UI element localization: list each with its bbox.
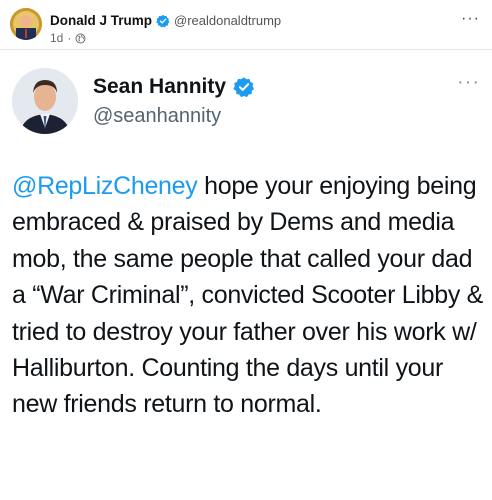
embedded-tweet[interactable]: Sean Hannity @seanhannity ··· @RepLizChe… bbox=[0, 51, 492, 500]
author-name[interactable]: Donald J Trump bbox=[50, 13, 152, 28]
verified-badge-icon bbox=[156, 14, 170, 28]
mention-link[interactable]: @RepLizCheney bbox=[12, 172, 198, 200]
tweet-avatar[interactable] bbox=[12, 68, 78, 134]
tweet-author-name[interactable]: Sean Hannity bbox=[93, 75, 226, 99]
tweet-author[interactable]: Sean Hannity bbox=[93, 75, 255, 99]
author-handle[interactable]: @realdonaldtrump bbox=[174, 13, 281, 28]
more-options-icon[interactable]: ··· bbox=[461, 11, 480, 27]
tweet-author-handle[interactable]: @seanhannity bbox=[93, 105, 221, 128]
post-meta: 1d · bbox=[50, 31, 86, 45]
avatar[interactable] bbox=[10, 8, 42, 40]
tweet-text: @RepLizCheney hope your enjoying being e… bbox=[12, 168, 484, 423]
post-timestamp[interactable]: 1d bbox=[50, 31, 63, 45]
post-author[interactable]: Donald J Trump @realdonaldtrump bbox=[50, 13, 281, 28]
meta-separator: · bbox=[67, 31, 72, 45]
tweet-text-body: hope your enjoying being embraced & prai… bbox=[12, 172, 484, 419]
more-options-icon[interactable]: ··· bbox=[457, 72, 480, 92]
globe-icon bbox=[75, 33, 86, 44]
post-header: Donald J Trump @realdonaldtrump 1d · ··· bbox=[0, 0, 492, 50]
verified-badge-icon bbox=[233, 76, 255, 98]
